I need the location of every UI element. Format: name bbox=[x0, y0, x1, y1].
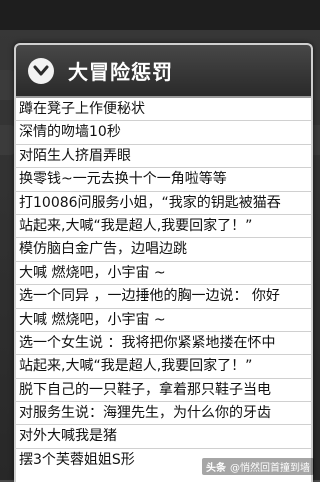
list-item[interactable]: 站起来,大喊“我是超人,我要回家了！” bbox=[16, 215, 311, 239]
list-item[interactable]: 选一个同异 ，一边捶他的胸一边说： 你好 bbox=[16, 285, 311, 309]
watermark-text: @悄然回首撞到墙 bbox=[230, 463, 310, 474]
list-item[interactable]: 对服务生说：海狸先生，为什么你的牙齿 bbox=[16, 402, 311, 426]
list-item[interactable]: 深情的吻墙10秒 bbox=[16, 121, 311, 145]
list-item[interactable]: 大喊 燃烧吧，小宇宙 ~ bbox=[16, 262, 311, 286]
list-item[interactable]: 模仿脑白金广告，边唱边跳 bbox=[16, 238, 311, 262]
list-item[interactable]: 蹲在凳子上作便秘状 bbox=[16, 98, 311, 122]
watermark-brand: 头条 bbox=[206, 463, 226, 474]
list-item[interactable]: 站起来,大喊“我是超人,我要回家了！” bbox=[16, 355, 311, 379]
watermark: 头条 @悄然回首撞到墙 bbox=[202, 458, 314, 475]
list-item[interactable]: 打10086问服务小姐，“我家的钥匙被猫吞 bbox=[16, 192, 311, 215]
punishment-dialog: 大冒险惩罚 蹲在凳子上作便秘状 深情的吻墙10秒 对陌生人挤眉弄眼 换零钱~一元… bbox=[14, 43, 313, 482]
list-item[interactable]: 对外大喊我是猪 bbox=[16, 425, 311, 449]
list-item[interactable]: 选一个女生说 ：我将把你紧紧地搂在怀中 bbox=[16, 332, 311, 356]
dialog-header: 大冒险惩罚 bbox=[16, 45, 311, 98]
dialog-title: 大冒险惩罚 bbox=[68, 60, 173, 84]
list-item[interactable]: 脱下自己的一只鞋子，拿着那只鞋子当电 bbox=[16, 379, 311, 403]
list-item[interactable]: 对陌生人挤眉弄眼 bbox=[16, 145, 311, 169]
chevron-down-circle-icon bbox=[28, 57, 54, 84]
list-item[interactable]: 大喊 燃烧吧，小宇宙 ~ bbox=[16, 309, 311, 332]
punishment-list[interactable]: 蹲在凳子上作便秘状 深情的吻墙10秒 对陌生人挤眉弄眼 换零钱~一元去换十个一角… bbox=[16, 98, 311, 482]
list-item[interactable]: 换零钱~一元去换十个一角啦等等 bbox=[16, 168, 311, 192]
